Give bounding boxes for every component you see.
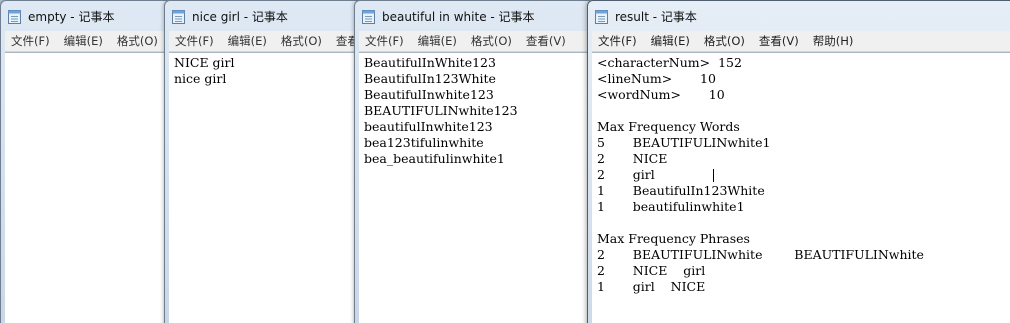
notepad-window-nice-girl[interactable]: nice girl - 记事本 文件(F) 编辑(E) 格式(O) 查看 NIC… [164,0,364,323]
text-content: <characterNum> 152 <lineNum> 10 <wordNum… [592,53,1010,295]
notepad-window-empty[interactable]: empty - 记事本 文件(F) 编辑(E) 格式(O) [0,0,172,323]
text-line: 2 BEAUTIFULINwhite BEAUTIFULINwhite [597,247,924,262]
menu-bar: 文件(F) 编辑(E) 格式(O) [5,31,167,52]
text-line: beautifulInwhite123 [364,119,493,134]
text-area[interactable]: BeautifulInWhite123 BeautifulIn123White … [359,52,589,323]
text-content: BeautifulInWhite123 BeautifulIn123White … [359,53,589,167]
menu-file[interactable]: 文件(F) [592,33,643,49]
desktop: empty - 记事本 文件(F) 编辑(E) 格式(O) nice girl … [0,0,1010,323]
text-line: 1 girl NICE [597,279,706,294]
title-bar[interactable]: beautiful in white - 记事本 [355,1,593,31]
notepad-icon [595,9,608,24]
text-line: bea123tifulinwhite [364,135,484,150]
menu-file[interactable]: 文件(F) [169,33,220,49]
menu-format[interactable]: 格式(O) [698,33,751,49]
text-line: nice girl [174,71,227,86]
menu-bar: 文件(F) 编辑(E) 格式(O) 查看 [169,31,359,52]
menu-file[interactable]: 文件(F) [359,33,410,49]
window-title: result - 记事本 [615,9,697,24]
text-line [597,103,1010,119]
menu-format[interactable]: 格式(O) [275,33,328,49]
text-area[interactable] [5,52,167,323]
menu-file[interactable]: 文件(F) [5,33,56,49]
text-line: Max Frequency Phrases [597,231,750,246]
menu-edit[interactable]: 编辑(E) [222,33,273,49]
text-line: 5 BEAUTIFULINwhite1 [597,135,771,150]
window-title: beautiful in white - 记事本 [382,9,535,24]
menu-edit[interactable]: 编辑(E) [412,33,463,49]
notepad-window-result[interactable]: result - 记事本 文件(F) 编辑(E) 格式(O) 查看(V) 帮助(… [587,0,1010,323]
window-title: nice girl - 记事本 [192,9,288,24]
text-line: 1 beautifulinwhite1 [597,199,745,214]
text-line: 2 NICE girl [597,263,706,278]
notepad-icon [8,9,21,24]
text-line: Max Frequency Words [597,119,740,134]
text-line: BeautifulInWhite123 [364,55,496,70]
text-line: BEAUTIFULINwhite123 [364,103,518,118]
text-line: 2 girl [597,167,655,182]
title-bar[interactable]: nice girl - 记事本 [165,1,363,31]
menu-view[interactable]: 查看(V) [753,33,805,49]
text-line: bea_beautifulinwhite1 [364,151,505,166]
title-bar[interactable]: empty - 记事本 [1,1,171,31]
menu-edit[interactable]: 编辑(E) [58,33,109,49]
menu-view[interactable]: 查看(V) [520,33,572,49]
notepad-icon [362,9,375,24]
title-bar[interactable]: result - 记事本 [588,1,1010,31]
text-caret [713,169,714,182]
text-area[interactable]: NICE girl nice girl [169,52,359,323]
menu-bar: 文件(F) 编辑(E) 格式(O) 查看(V) 帮助(H) [592,31,1010,52]
text-line: <characterNum> 152 [597,55,742,70]
text-line: <lineNum> 10 [597,71,716,86]
notepad-icon [172,9,185,24]
window-title: empty - 记事本 [28,9,115,24]
text-line: 2 NICE [597,151,668,166]
text-line: BeautifulInwhite123 [364,87,494,102]
text-area[interactable]: <characterNum> 152 <lineNum> 10 <wordNum… [592,52,1010,323]
text-content [5,53,167,55]
notepad-window-beautiful-in-white[interactable]: beautiful in white - 记事本 文件(F) 编辑(E) 格式(… [354,0,594,323]
menu-format[interactable]: 格式(O) [111,33,164,49]
text-line: <wordNum> 10 [597,87,725,102]
text-content: NICE girl nice girl [169,53,359,87]
text-line: 1 BeautifulIn123White [597,183,765,198]
menu-bar: 文件(F) 编辑(E) 格式(O) 查看(V) [359,31,589,52]
menu-help[interactable]: 帮助(H) [807,33,860,49]
text-line: NICE girl [174,55,235,70]
menu-edit[interactable]: 编辑(E) [645,33,696,49]
text-line: BeautifulIn123White [364,71,496,86]
menu-format[interactable]: 格式(O) [465,33,518,49]
text-line [597,215,1010,231]
